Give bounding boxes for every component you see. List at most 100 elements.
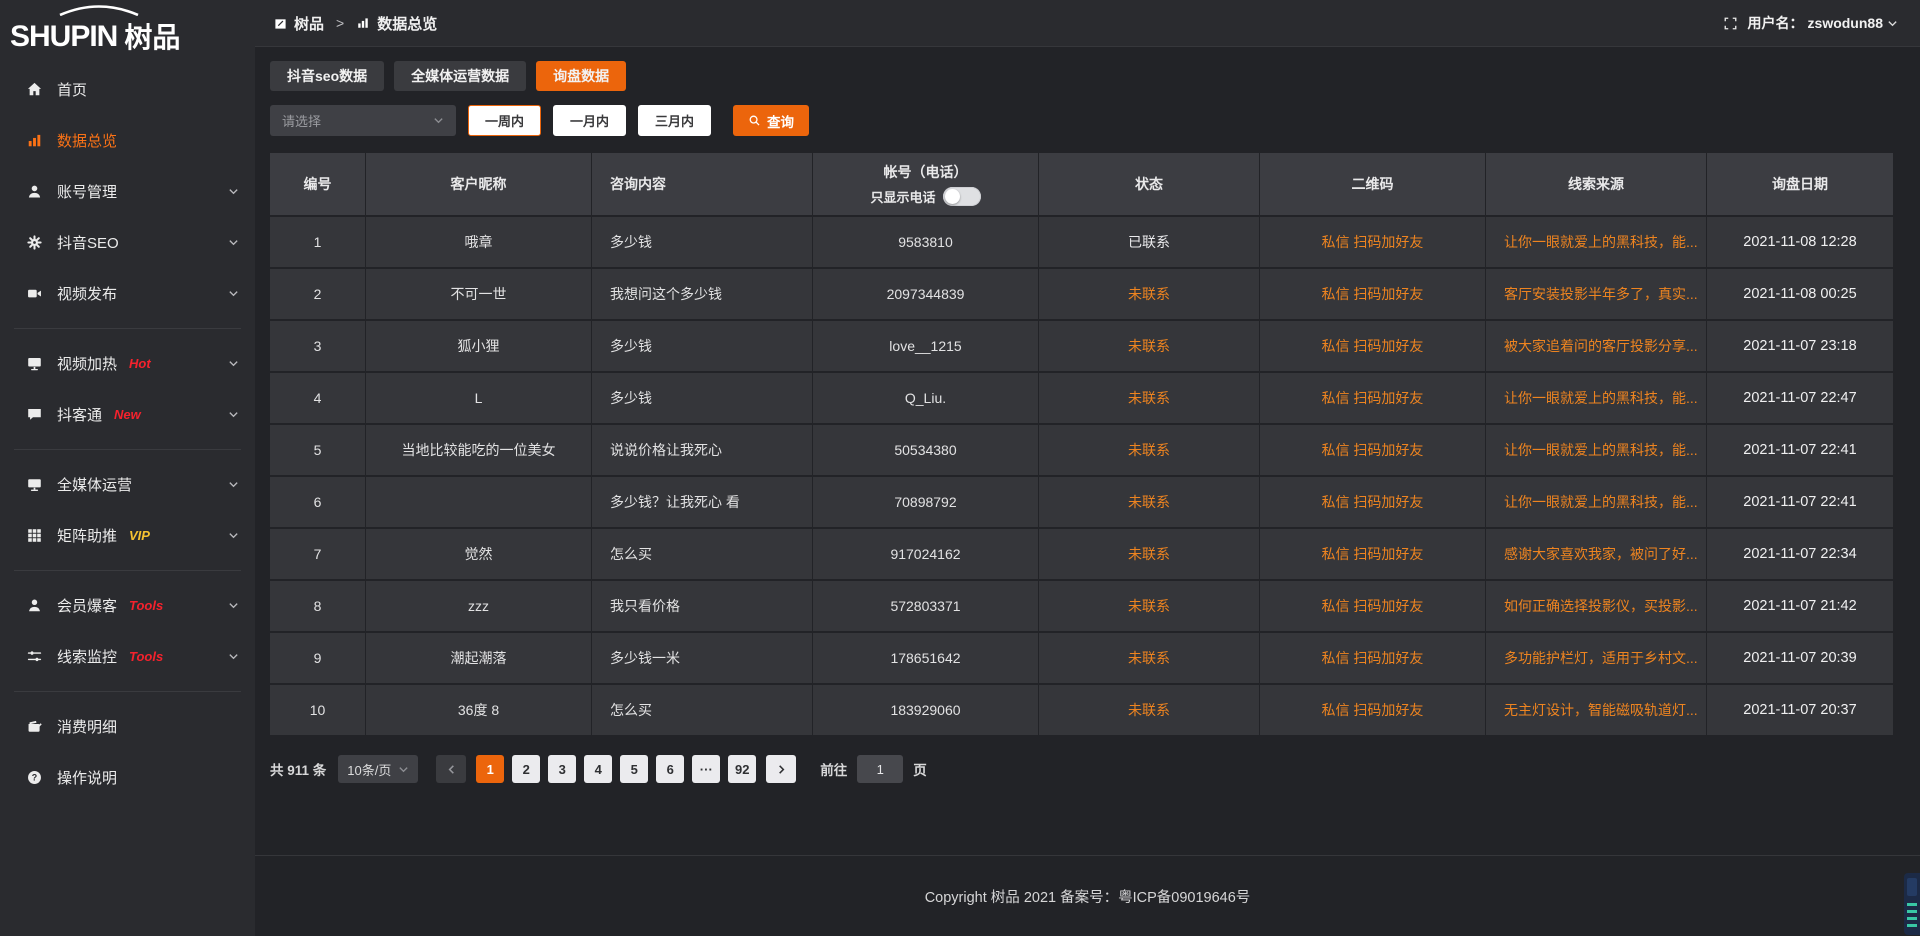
prev-page-button[interactable] [436,755,466,783]
sidebar-divider [14,328,241,329]
sidebar-item-lead-monitor[interactable]: 线索监控Tools [0,631,255,682]
cell-id: 8 [270,581,365,631]
cell-account: 2097344839 [813,269,1038,319]
breadcrumb-current[interactable]: 数据总览 [377,13,437,34]
page-button-2[interactable]: 2 [512,755,540,783]
cell-date: 2021-11-07 22:47 [1707,373,1893,423]
cell-qrcode-link[interactable]: 私信 扫码加好友 [1260,425,1485,475]
cell-content: 多少钱 [592,217,812,267]
search-icon [748,114,761,127]
grid-icon [26,527,43,544]
cell-qrcode-link[interactable]: 私信 扫码加好友 [1260,685,1485,735]
cell-content: 多少钱 [592,321,812,371]
range-button-quarter[interactable]: 三月内 [638,105,711,136]
fullscreen-icon[interactable] [1723,16,1738,31]
sidebar-item-douyin-seo[interactable]: 抖音SEO [0,217,255,268]
sidebar-item-badge: VIP [129,528,150,543]
home-icon [26,81,43,98]
page-ellipsis-button[interactable]: ··· [692,755,720,783]
page-buttons: 123456 ··· 92 [476,755,756,783]
sidebar-item-label: 消费明细 [57,716,117,737]
cell-content: 多少钱一米 [592,633,812,683]
range-button-month[interactable]: 一月内 [553,105,626,136]
cell-qrcode-link[interactable]: 私信 扫码加好友 [1260,477,1485,527]
sidebar-item-matrix-boost[interactable]: 矩阵助推VIP [0,510,255,561]
cell-qrcode-link[interactable]: 私信 扫码加好友 [1260,581,1485,631]
cell-nickname: 潮起潮落 [366,633,591,683]
monitor-icon [26,476,43,493]
cell-status: 未联系 [1039,425,1259,475]
sidebar-item-label: 抖音SEO [57,232,119,253]
cell-source-link[interactable]: 无主灯设计，智能磁吸轨道灯... [1486,685,1706,735]
cell-source-link[interactable]: 让你一眼就爱上的黑科技，能... [1486,373,1706,423]
cell-source-link[interactable]: 客厅安装投影半年多了，真实... [1486,269,1706,319]
sidebar-item-douketong[interactable]: 抖客通New [0,389,255,440]
next-page-button[interactable] [766,755,796,783]
tab-omni-media-data[interactable]: 全媒体运营数据 [394,61,526,91]
page-button-5[interactable]: 5 [620,755,648,783]
user-icon [26,183,43,200]
cell-source-link[interactable]: 让你一眼就爱上的黑科技，能... [1486,217,1706,267]
sidebar-item-home[interactable]: 首页 [0,64,255,115]
sidebar-item-video-publish[interactable]: 视频发布 [0,268,255,319]
page-size-select[interactable]: 10条/页 [338,755,418,783]
sidebar-item-consumption-detail[interactable]: 消费明细 [0,701,255,752]
table-body: 1哦章多少钱9583810已联系私信 扫码加好友让你一眼就爱上的黑科技，能...… [270,217,1893,735]
cell-qrcode-link[interactable]: 私信 扫码加好友 [1260,217,1485,267]
cell-content: 我只看价格 [592,581,812,631]
page-button-4[interactable]: 4 [584,755,612,783]
cell-qrcode-link[interactable]: 私信 扫码加好友 [1260,633,1485,683]
cell-source-link[interactable]: 如何正确选择投影仪，买投影... [1486,581,1706,631]
pagination: 共 911 条 10条/页 123456···92 [270,755,1893,783]
range-button-week[interactable]: 一周内 [468,105,541,136]
cell-qrcode-link[interactable]: 私信 扫码加好友 [1260,529,1485,579]
tab-inquiry-data[interactable]: 询盘数据 [536,61,626,91]
chevron-down-icon [228,530,239,541]
table-row: 2不可一世我想问这个多少钱2097344839未联系私信 扫码加好友客厅安装投影… [270,269,1893,319]
page-button-6[interactable]: 6 [656,755,684,783]
cell-date: 2021-11-07 22:41 [1707,425,1893,475]
page-button-3[interactable]: 3 [548,755,576,783]
table-row: 5当地比较能吃的一位美女说说价格让我死心50534380未联系私信 扫码加好友让… [270,425,1893,475]
cell-account: 183929060 [813,685,1038,735]
floating-widget[interactable] [1904,873,1920,935]
goto-label: 前往 [820,759,847,779]
col-source: 线索来源 [1486,153,1706,215]
cell-source-link[interactable]: 多功能护栏灯，适用于乡村文... [1486,633,1706,683]
cell-qrcode-link[interactable]: 私信 扫码加好友 [1260,269,1485,319]
breadcrumb-separator: > [336,15,344,31]
sidebar-item-data-overview[interactable]: 数据总览 [0,115,255,166]
filter-select[interactable]: 请选择 [270,105,456,136]
tab-douyin-seo-data[interactable]: 抖音seo数据 [270,61,384,91]
sidebar-item-label: 首页 [57,79,87,100]
bar-chart-icon [26,132,43,149]
video-icon [26,285,43,302]
cell-source-link[interactable]: 被大家追着问的客厅投影分享... [1486,321,1706,371]
chevron-left-icon [446,764,457,775]
cell-source-link[interactable]: 让你一眼就爱上的黑科技，能... [1486,425,1706,475]
sidebar-item-account-management[interactable]: 账号管理 [0,166,255,217]
sidebar-item-operation-guide[interactable]: ?操作说明 [0,752,255,803]
top-header: 树品 > 数据总览 用户名： zswodun88 [255,0,1920,47]
app-logo[interactable]: SHUPIN 树品 [0,0,255,56]
sidebar-item-label: 全媒体运营 [57,474,132,495]
cell-source-link[interactable]: 让你一眼就爱上的黑科技，能... [1486,477,1706,527]
cell-qrcode-link[interactable]: 私信 扫码加好友 [1260,321,1485,371]
query-button[interactable]: 查询 [733,105,809,136]
user-menu[interactable]: 用户名： zswodun88 [1748,13,1898,33]
chevron-right-icon [776,764,787,775]
cell-qrcode-link[interactable]: 私信 扫码加好友 [1260,373,1485,423]
phone-only-toggle[interactable] [943,187,981,206]
goto-page-input[interactable]: 1 [857,755,903,783]
cell-status: 未联系 [1039,269,1259,319]
sidebar-item-member-baoke[interactable]: 会员爆客Tools [0,580,255,631]
page-button-92[interactable]: 92 [728,755,756,783]
cell-status: 已联系 [1039,217,1259,267]
wallet-icon [26,718,43,735]
cell-source-link[interactable]: 感谢大家喜欢我家，被问了好... [1486,529,1706,579]
cell-date: 2021-11-08 12:28 [1707,217,1893,267]
page-button-1[interactable]: 1 [476,755,504,783]
sidebar-item-omni-media[interactable]: 全媒体运营 [0,459,255,510]
sidebar-item-video-heating[interactable]: 视频加热Hot [0,338,255,389]
breadcrumb-app[interactable]: 树品 [294,13,324,34]
